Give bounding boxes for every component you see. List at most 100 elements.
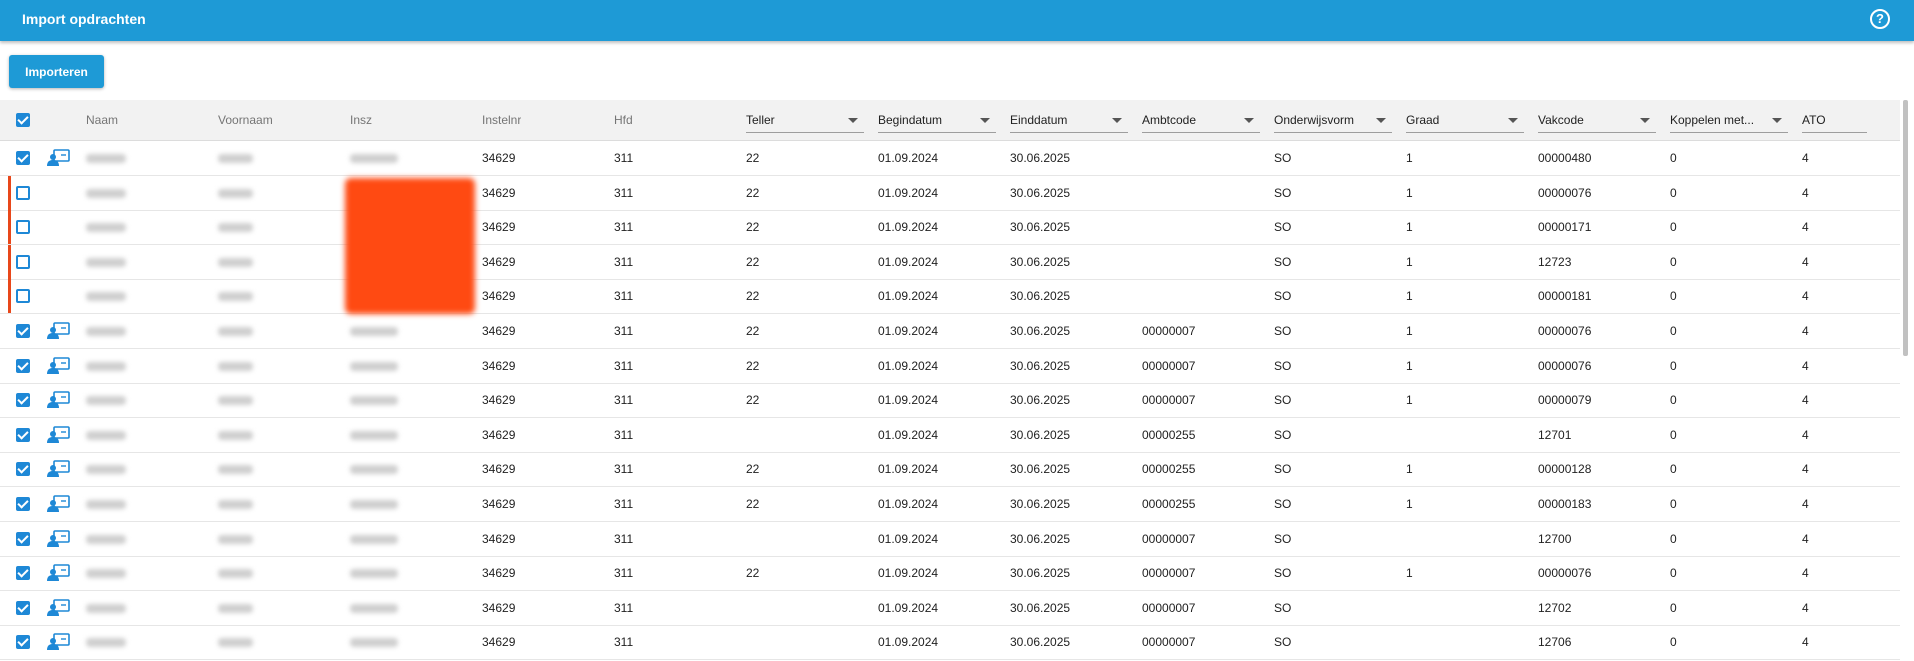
error-marker bbox=[8, 210, 11, 245]
table-row[interactable]: 34629 311 22 01.09.2024 30.06.2025 SO 1 0000017… bbox=[0, 210, 1900, 246]
row-checkbox[interactable] bbox=[16, 600, 30, 615]
person-link-icon[interactable] bbox=[47, 495, 70, 512]
person-link-icon[interactable] bbox=[47, 391, 70, 409]
chevron-down-icon bbox=[1112, 118, 1122, 123]
table-row[interactable]: 34629 311 22 01.09.2024 30.06.2025 00000007 SO… bbox=[0, 556, 1900, 592]
blurred-personal-data bbox=[86, 465, 126, 475]
select-all-checkbox[interactable] bbox=[16, 113, 30, 127]
row-checkbox[interactable] bbox=[16, 393, 30, 408]
col-voornaam[interactable]: Voornaam bbox=[218, 100, 273, 140]
table-row[interactable]: 34629 311 22 01.09.2024 30.06.2025 SO 1 0000007… bbox=[0, 175, 1900, 211]
person-link-icon[interactable] bbox=[47, 633, 70, 651]
row-checkbox[interactable] bbox=[16, 324, 30, 338]
table-row[interactable]: 34629 311 01.09.2024 30.06.2025 00000007 SO 12… bbox=[0, 522, 1900, 557]
person-link-icon[interactable] bbox=[47, 460, 70, 478]
col-ambtcode-filter[interactable]: Ambtcode bbox=[1142, 108, 1260, 133]
cell-koppelen: 0 bbox=[1670, 289, 1677, 304]
blurred-personal-data bbox=[350, 569, 398, 579]
row-checkbox[interactable] bbox=[16, 151, 30, 165]
col-naam[interactable]: Naam bbox=[86, 100, 118, 140]
row-checkbox[interactable] bbox=[16, 531, 30, 546]
row-checkbox[interactable] bbox=[16, 220, 30, 235]
cell-ambtcode: 00000255 bbox=[1142, 462, 1196, 477]
cell-hfd: 311 bbox=[614, 324, 634, 338]
blurred-personal-data bbox=[86, 292, 126, 302]
blurred-personal-data bbox=[218, 465, 253, 475]
person-link-icon[interactable] bbox=[47, 425, 70, 443]
row-checkbox[interactable] bbox=[16, 254, 30, 269]
person-link-icon[interactable] bbox=[47, 564, 70, 582]
blurred-personal-data bbox=[218, 292, 253, 302]
row-checkbox[interactable] bbox=[16, 358, 30, 373]
table-row[interactable]: 34629 311 22 01.09.2024 30.06.2025 00000255 SO… bbox=[0, 487, 1900, 522]
import-button[interactable]: Importeren bbox=[9, 55, 104, 88]
cell-onderwijsvorm: SO bbox=[1274, 566, 1292, 581]
row-checkbox[interactable] bbox=[16, 289, 30, 304]
col-einddatum-filter[interactable]: Einddatum bbox=[1010, 108, 1128, 133]
cell-begindatum: 01.09.2024 bbox=[878, 358, 939, 373]
cell-instelnr: 34629 bbox=[482, 151, 516, 165]
person-link-icon[interactable] bbox=[47, 529, 70, 547]
cell-einddatum: 30.06.2025 bbox=[1010, 185, 1071, 200]
row-checkbox[interactable] bbox=[16, 185, 30, 200]
table-row[interactable]: 34629 311 01.09.2024 30.06.2025 00000007 SO 12… bbox=[0, 591, 1900, 626]
cell-graad: 1 bbox=[1406, 462, 1413, 477]
col-insz[interactable]: Insz bbox=[350, 100, 372, 140]
cell-begindatum: 01.09.2024 bbox=[878, 635, 939, 650]
table-row[interactable]: 34629 311 22 01.09.2024 30.06.2025 00000007 SO… bbox=[0, 383, 1900, 419]
person-link-icon[interactable] bbox=[47, 356, 70, 374]
person-link-icon[interactable] bbox=[47, 322, 70, 339]
cell-instelnr: 34629 bbox=[482, 254, 516, 269]
col-onderwijsvorm-label: Onderwijsvorm bbox=[1274, 113, 1355, 127]
blurred-personal-data bbox=[350, 430, 398, 440]
blurred-personal-data bbox=[218, 223, 253, 233]
row-checkbox[interactable] bbox=[16, 427, 30, 442]
table-row[interactable]: 34629 311 22 01.09.2024 30.06.2025 SO 1 0000048… bbox=[0, 141, 1900, 176]
cell-begindatum: 01.09.2024 bbox=[878, 566, 939, 581]
col-koppelen-filter[interactable]: Koppelen met... bbox=[1670, 108, 1788, 133]
col-instelnr[interactable]: Instelnr bbox=[482, 100, 521, 140]
col-onderwijsvorm-filter[interactable]: Onderwijsvorm bbox=[1274, 108, 1392, 133]
chevron-down-icon bbox=[1244, 118, 1254, 123]
cell-begindatum: 01.09.2024 bbox=[878, 185, 939, 200]
blurred-personal-data bbox=[86, 638, 126, 648]
chevron-down-icon bbox=[848, 118, 858, 123]
row-checkbox[interactable] bbox=[16, 635, 30, 650]
blurred-personal-data bbox=[86, 396, 126, 406]
table-row[interactable]: 34629 311 22 01.09.2024 30.06.2025 SO 1 0000018… bbox=[0, 279, 1900, 315]
blurred-personal-data bbox=[350, 361, 398, 371]
cell-einddatum: 30.06.2025 bbox=[1010, 324, 1071, 338]
cell-hfd: 311 bbox=[614, 427, 634, 442]
table-row[interactable]: 34629 311 22 01.09.2024 30.06.2025 00000007 SO… bbox=[0, 314, 1900, 349]
person-link-icon[interactable] bbox=[47, 598, 70, 616]
table-row[interactable]: 34629 311 01.09.2024 30.06.2025 00000007 SO 12… bbox=[0, 625, 1900, 661]
vertical-scrollbar[interactable] bbox=[1903, 100, 1908, 356]
cell-vakcode: 12701 bbox=[1538, 427, 1572, 442]
col-teller-filter[interactable]: Teller bbox=[746, 108, 864, 133]
blurred-personal-data bbox=[86, 569, 126, 579]
person-link-icon[interactable] bbox=[47, 149, 70, 166]
cell-vakcode: 00000183 bbox=[1538, 497, 1592, 511]
cell-einddatum: 30.06.2025 bbox=[1010, 635, 1071, 650]
col-ato-filter[interactable]: ATO bbox=[1802, 108, 1867, 133]
col-ato-label: ATO bbox=[1802, 113, 1826, 127]
table-row[interactable]: 34629 311 22 01.09.2024 30.06.2025 00000255 SO… bbox=[0, 452, 1900, 488]
row-checkbox[interactable] bbox=[16, 566, 30, 581]
col-begindatum-filter[interactable]: Begindatum bbox=[878, 108, 996, 133]
col-hfd[interactable]: Hfd bbox=[614, 100, 633, 140]
col-graad-filter[interactable]: Graad bbox=[1406, 108, 1524, 133]
help-icon[interactable]: ? bbox=[1870, 9, 1890, 29]
cell-teller: 22 bbox=[746, 393, 760, 408]
col-vakcode-filter[interactable]: Vakcode bbox=[1538, 108, 1656, 133]
blurred-personal-data bbox=[350, 638, 398, 648]
row-checkbox[interactable] bbox=[16, 462, 30, 477]
cell-begindatum: 01.09.2024 bbox=[878, 497, 939, 511]
cell-teller: 22 bbox=[746, 185, 760, 200]
col-koppelen-label: Koppelen met... bbox=[1670, 113, 1755, 127]
cell-koppelen: 0 bbox=[1670, 427, 1677, 442]
cell-einddatum: 30.06.2025 bbox=[1010, 600, 1071, 615]
table-row[interactable]: 34629 311 01.09.2024 30.06.2025 00000255 SO 12… bbox=[0, 418, 1900, 453]
table-row[interactable]: 34629 311 22 01.09.2024 30.06.2025 SO 1 12723 0 4 bbox=[0, 244, 1900, 280]
table-row[interactable]: 34629 311 22 01.09.2024 30.06.2025 00000007 SO… bbox=[0, 349, 1900, 384]
row-checkbox[interactable] bbox=[16, 497, 30, 511]
